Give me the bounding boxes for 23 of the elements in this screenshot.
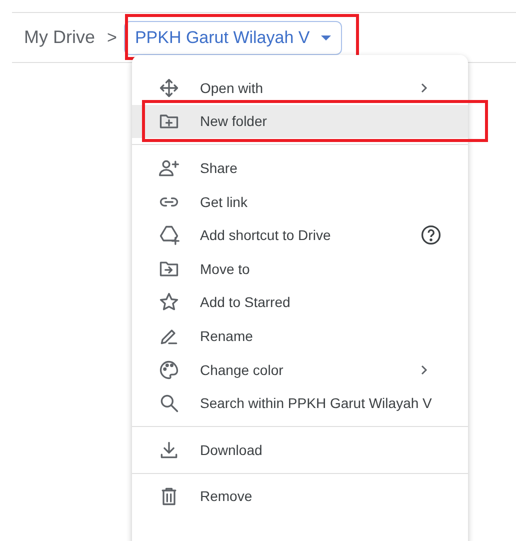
breadcrumb-separator: > — [107, 28, 117, 48]
chevron-right-icon — [420, 82, 428, 94]
palette-icon — [158, 358, 180, 381]
menu-item[interactable]: Rename — [132, 319, 468, 353]
menu-item[interactable]: Add to Starred — [132, 286, 468, 320]
chevron-right-icon — [420, 364, 428, 376]
breadcrumb-link[interactable]: My Drive — [24, 27, 95, 48]
help-icon[interactable] — [420, 224, 442, 246]
menu-item[interactable]: Share — [132, 151, 468, 185]
menu-item[interactable]: Download — [132, 432, 468, 467]
menu-item[interactable]: Get link — [132, 184, 468, 218]
folder-dropdown-button[interactable]: PPKH Garut Wilayah V — [124, 20, 342, 54]
search-icon — [158, 392, 180, 414]
menu-item[interactable]: Change color — [132, 352, 468, 386]
menu-item[interactable]: Move to — [132, 252, 468, 286]
menu-item[interactable]: New folder — [132, 104, 468, 138]
move-arrows-icon — [158, 76, 180, 99]
drive-shortcut-icon — [158, 224, 180, 246]
menu-item[interactable]: Search within PPKH Garut Wilayah V — [132, 386, 468, 420]
menu-item[interactable]: Add shortcut to Drive — [132, 218, 468, 252]
caret-icon — [320, 34, 331, 40]
menu-item[interactable]: Remove — [132, 480, 468, 514]
menu-item[interactable]: Open with — [132, 71, 468, 105]
